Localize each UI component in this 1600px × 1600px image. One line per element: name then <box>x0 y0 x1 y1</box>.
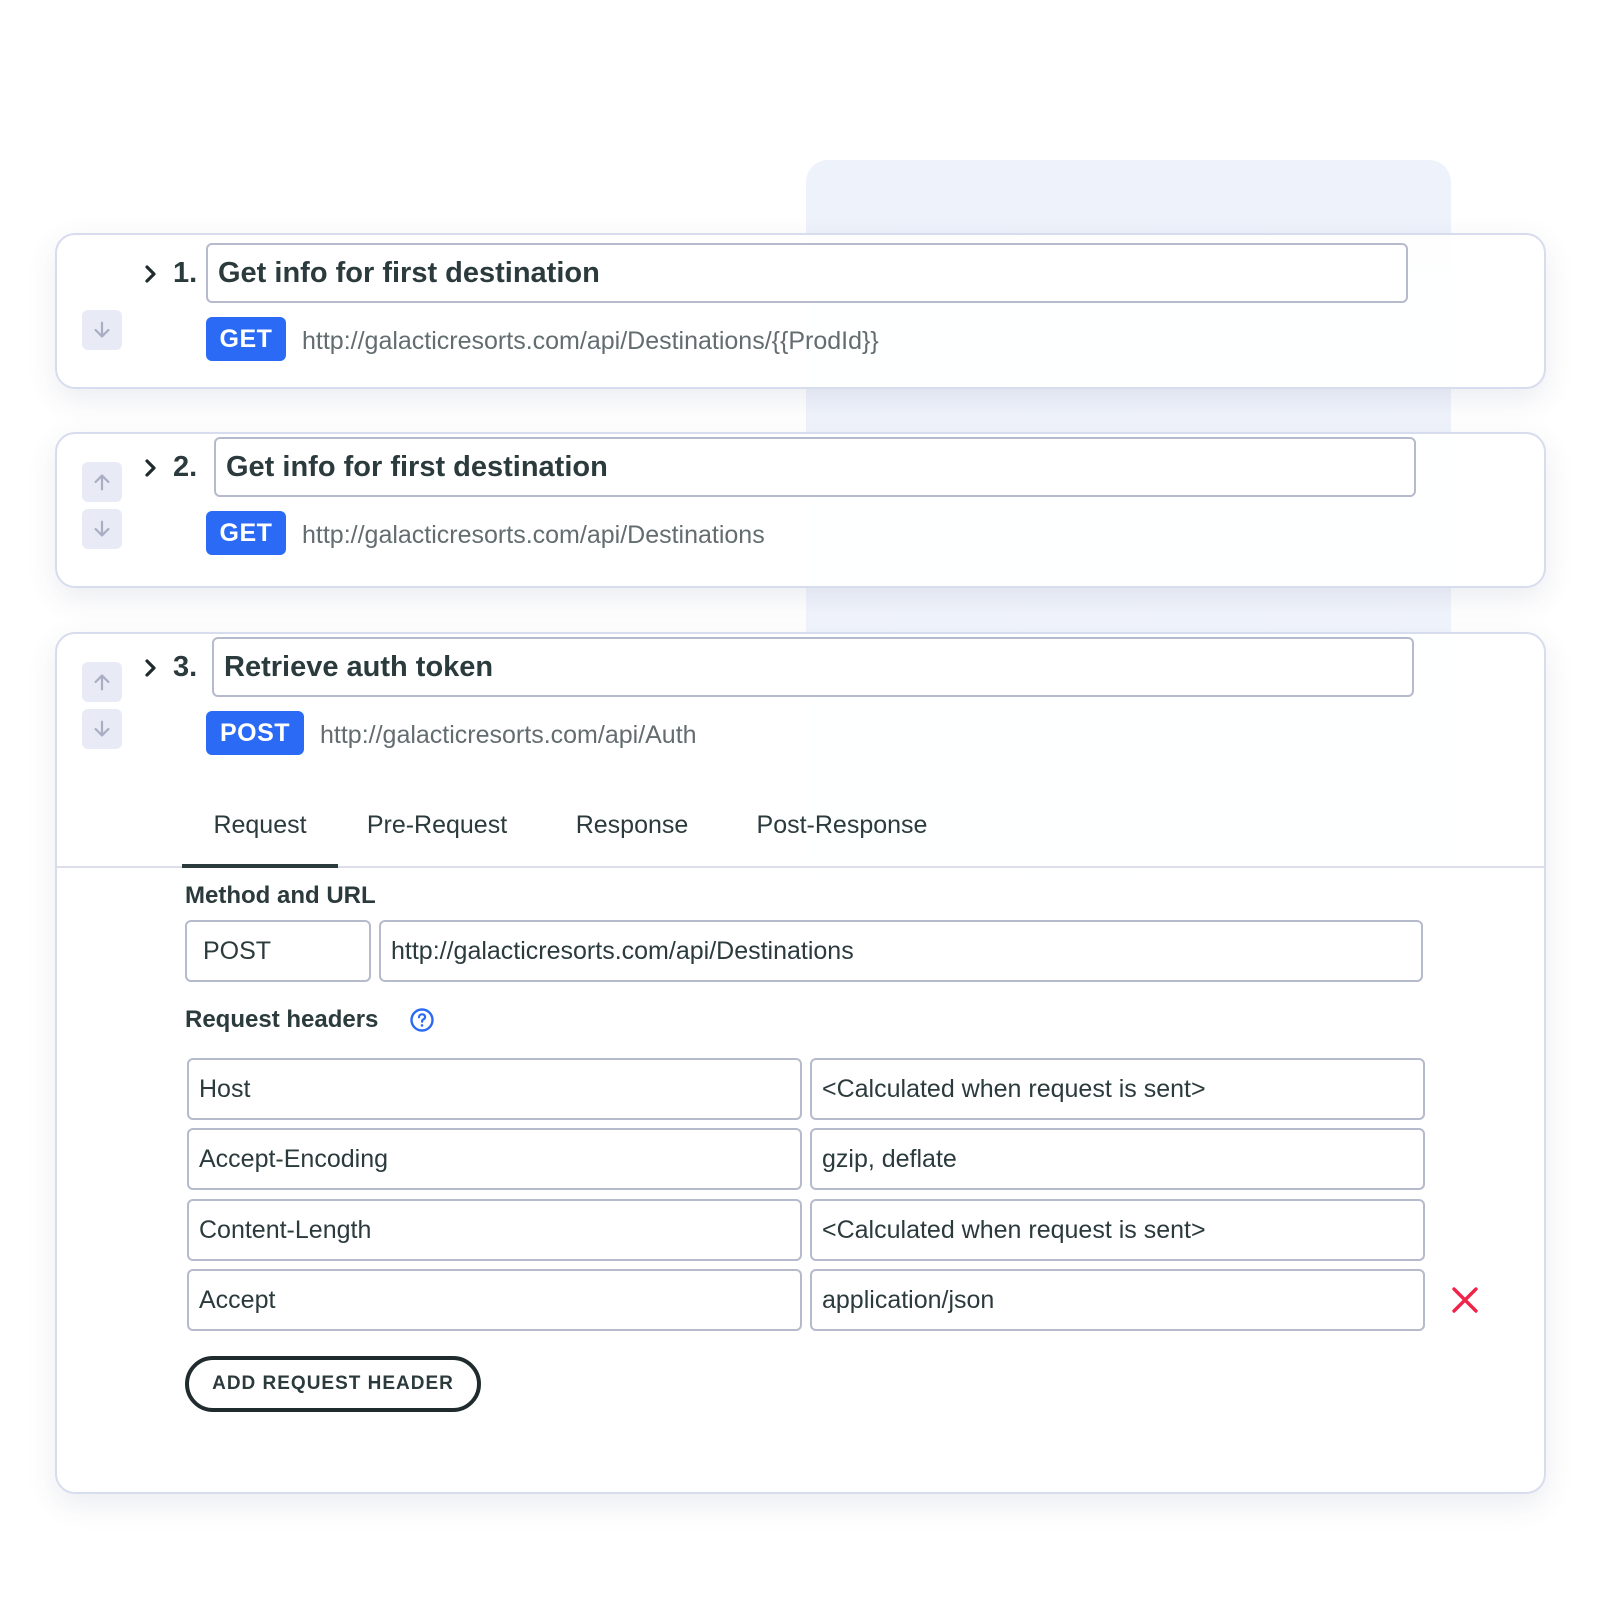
step-url: http://galacticresorts.com/api/Auth <box>320 721 697 749</box>
chevron-right-icon[interactable] <box>141 458 161 478</box>
help-icon[interactable] <box>409 1007 435 1033</box>
tab-pre-request[interactable]: Pre-Request <box>357 784 517 866</box>
arrow-up-icon <box>94 674 110 691</box>
arrow-up-icon <box>94 474 110 491</box>
url-field[interactable]: http://galacticresorts.com/api/Destinati… <box>379 920 1423 982</box>
header-name-field[interactable]: Accept-Encoding <box>187 1128 802 1190</box>
step-number: 2. <box>173 451 198 483</box>
step-card-2: 2. Get info for first destination GET ht… <box>55 432 1546 588</box>
step-title-input[interactable]: Get info for first destination <box>206 243 1408 303</box>
move-down-button[interactable] <box>82 709 122 749</box>
arrow-down-icon <box>94 520 110 537</box>
header-value-field[interactable]: <Calculated when request is sent> <box>810 1199 1425 1261</box>
add-request-header-button[interactable]: ADD REQUEST HEADER <box>185 1356 481 1412</box>
step-url: http://galacticresorts.com/api/Destinati… <box>302 521 765 549</box>
detail-tabs: Request Pre-Request Response Post-Respon… <box>57 784 1544 868</box>
step-title-input[interactable]: Get info for first destination <box>214 437 1416 497</box>
header-name-field[interactable]: Content-Length <box>187 1199 802 1261</box>
method-url-label: Method and URL <box>185 882 376 909</box>
remove-header-icon[interactable] <box>1450 1285 1480 1315</box>
method-badge: GET <box>206 317 286 361</box>
arrow-down-icon <box>94 321 110 338</box>
step-card-1: 1. Get info for first destination GET ht… <box>55 233 1546 389</box>
header-value-field[interactable]: <Calculated when request is sent> <box>810 1058 1425 1120</box>
tab-response[interactable]: Response <box>567 784 697 866</box>
request-headers-label: Request headers <box>185 1006 379 1033</box>
method-badge: POST <box>206 711 304 755</box>
move-up-button[interactable] <box>82 462 122 502</box>
tab-post-response[interactable]: Post-Response <box>747 784 937 866</box>
step-number: 1. <box>173 257 198 289</box>
arrow-down-icon <box>94 720 110 737</box>
step-url: http://galacticresorts.com/api/Destinati… <box>302 327 879 355</box>
move-up-button[interactable] <box>82 662 122 702</box>
step-title-input[interactable]: Retrieve auth token <box>212 637 1414 697</box>
chevron-right-icon[interactable] <box>141 658 161 678</box>
method-field[interactable]: POST <box>185 920 371 982</box>
tab-request[interactable]: Request <box>182 784 338 868</box>
chevron-right-icon[interactable] <box>141 264 161 284</box>
step-number: 3. <box>173 651 198 683</box>
header-value-field[interactable]: gzip, deflate <box>810 1128 1425 1190</box>
header-value-field[interactable]: application/json <box>810 1269 1425 1331</box>
header-name-field[interactable]: Accept <box>187 1269 802 1331</box>
header-name-field[interactable]: Host <box>187 1058 802 1120</box>
move-down-button[interactable] <box>82 310 122 350</box>
move-down-button[interactable] <box>82 509 122 549</box>
method-badge: GET <box>206 511 286 555</box>
step-card-3: 3. Retrieve auth token POST http://galac… <box>55 632 1546 1494</box>
